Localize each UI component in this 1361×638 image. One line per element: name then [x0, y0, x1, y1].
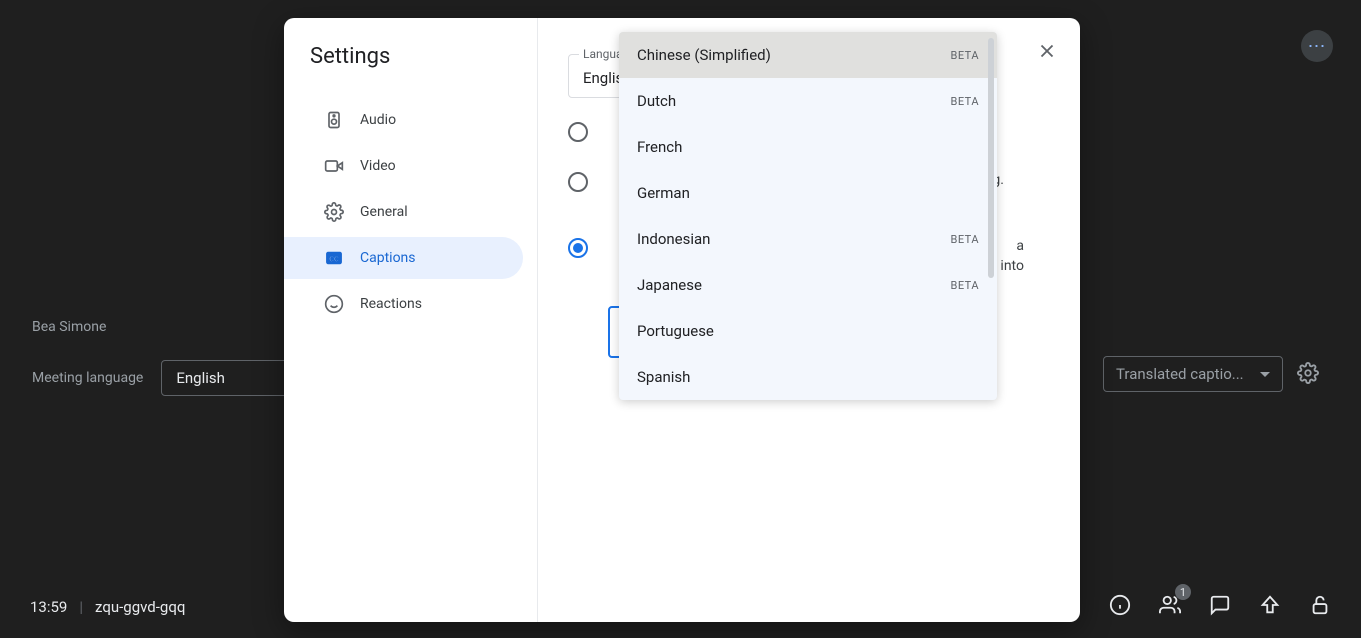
settings-sidebar: Settings Audio Video General CC Captions [284, 18, 538, 622]
beta-tag: BETA [950, 279, 979, 292]
radio-icon [568, 172, 588, 192]
nav-general-label: General [360, 204, 408, 220]
video-icon [324, 156, 344, 176]
nav-captions-label: Captions [360, 250, 416, 266]
gear-icon [324, 202, 344, 222]
language-option[interactable]: Dutch BETA [619, 78, 997, 124]
language-option[interactable]: Chinese (Simplified) BETA [619, 32, 997, 78]
info-icon[interactable] [1109, 594, 1131, 620]
language-option[interactable]: German [619, 170, 997, 216]
nav-general[interactable]: General [310, 191, 523, 233]
chat-icon[interactable] [1209, 594, 1231, 620]
language-option-label: Japanese [637, 276, 702, 294]
language-dropdown-panel: Chinese (Simplified) BETA Dutch BETA French G… [619, 32, 997, 400]
host-controls-icon[interactable] [1309, 594, 1331, 620]
nav-audio-label: Audio [360, 112, 396, 128]
language-option[interactable]: French [619, 124, 997, 170]
beta-tag: BETA [950, 49, 979, 62]
scrollbar-track[interactable] [988, 38, 994, 278]
radio-icon-selected [568, 238, 588, 258]
translated-captions-label: Translated captio... [1116, 365, 1244, 383]
speaker-icon [324, 110, 344, 130]
language-option[interactable]: Japanese BETA [619, 262, 997, 308]
nav-audio[interactable]: Audio [310, 99, 523, 141]
spoken-language-value: Englis [583, 69, 623, 87]
nav-captions[interactable]: CC Captions [284, 237, 523, 279]
beta-tag: BETA [950, 233, 979, 246]
language-option-label: Indonesian [637, 230, 710, 248]
nav-reactions-label: Reactions [360, 296, 422, 312]
nav-reactions[interactable]: Reactions [310, 283, 523, 325]
clock-time: 13:59 [30, 598, 67, 616]
meeting-code: zqu-ggvd-gqq [95, 598, 185, 616]
meeting-language-dropdown[interactable]: English [161, 360, 301, 396]
meeting-language-row: Meeting language English [32, 360, 301, 396]
dialog-title: Settings [310, 44, 523, 69]
language-option-label: French [637, 138, 682, 156]
close-icon [1036, 40, 1058, 62]
separator: | [79, 598, 83, 616]
language-option-label: German [637, 184, 690, 202]
more-horizontal-icon: ⋯ [1308, 36, 1327, 57]
language-option-label: Spanish [637, 368, 690, 386]
language-option-label: Chinese (Simplified) [637, 46, 771, 64]
language-option[interactable]: Spanish [619, 354, 997, 400]
language-option[interactable]: Indonesian BETA [619, 216, 997, 262]
radio-icon [568, 122, 588, 142]
meeting-language-label: Meeting language [32, 370, 143, 386]
more-options-button[interactable]: ⋯ [1301, 30, 1333, 62]
close-button[interactable] [1036, 40, 1058, 66]
settings-gear-icon[interactable] [1297, 362, 1319, 388]
captions-icon: CC [324, 248, 344, 268]
chevron-down-icon [1260, 372, 1270, 377]
people-count-badge: 1 [1175, 584, 1191, 600]
translated-captions-dropdown[interactable]: Translated captio... [1103, 356, 1283, 392]
beta-tag: BETA [950, 95, 979, 108]
participant-name: Bea Simone [32, 319, 106, 335]
svg-text:CC: CC [329, 254, 339, 263]
nav-video-label: Video [360, 158, 396, 174]
language-option[interactable]: Portuguese [619, 308, 997, 354]
language-option-label: Dutch [637, 92, 676, 110]
people-icon[interactable]: 1 [1159, 594, 1181, 620]
activities-icon[interactable] [1259, 594, 1281, 620]
nav-video[interactable]: Video [310, 145, 523, 187]
language-option-label: Portuguese [637, 322, 714, 340]
smile-icon [324, 294, 344, 314]
